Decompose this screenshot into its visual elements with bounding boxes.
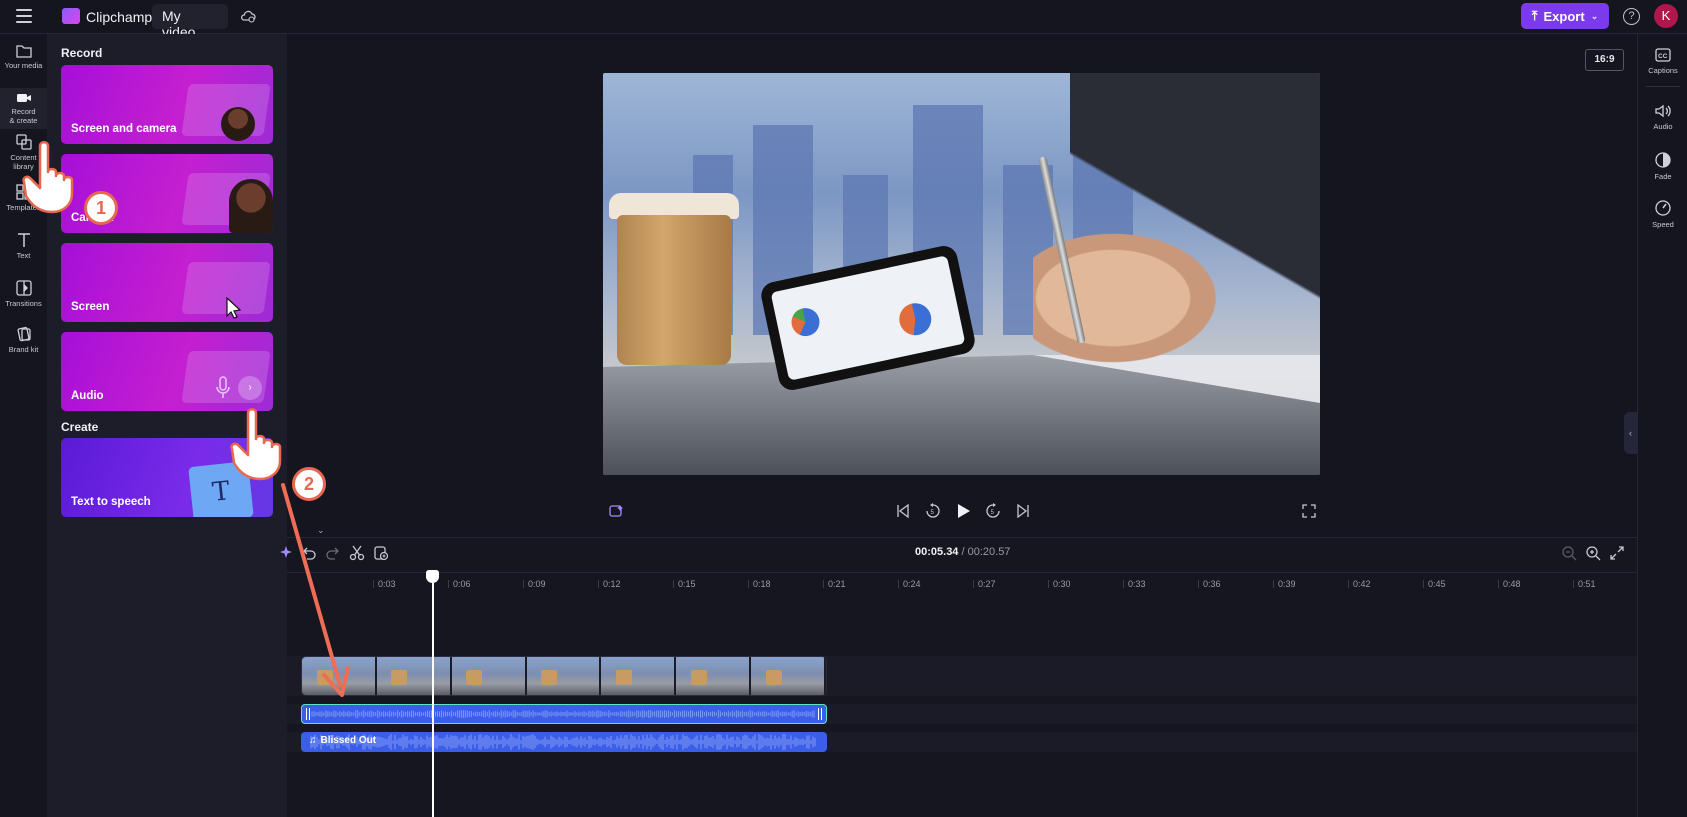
tutorial-hand-cursor-1-icon (22, 141, 74, 214)
tutorial-hand-cursor-2-icon (230, 408, 282, 481)
step-badge-2: 2 (292, 467, 326, 501)
step-badge-1: 1 (84, 191, 118, 225)
